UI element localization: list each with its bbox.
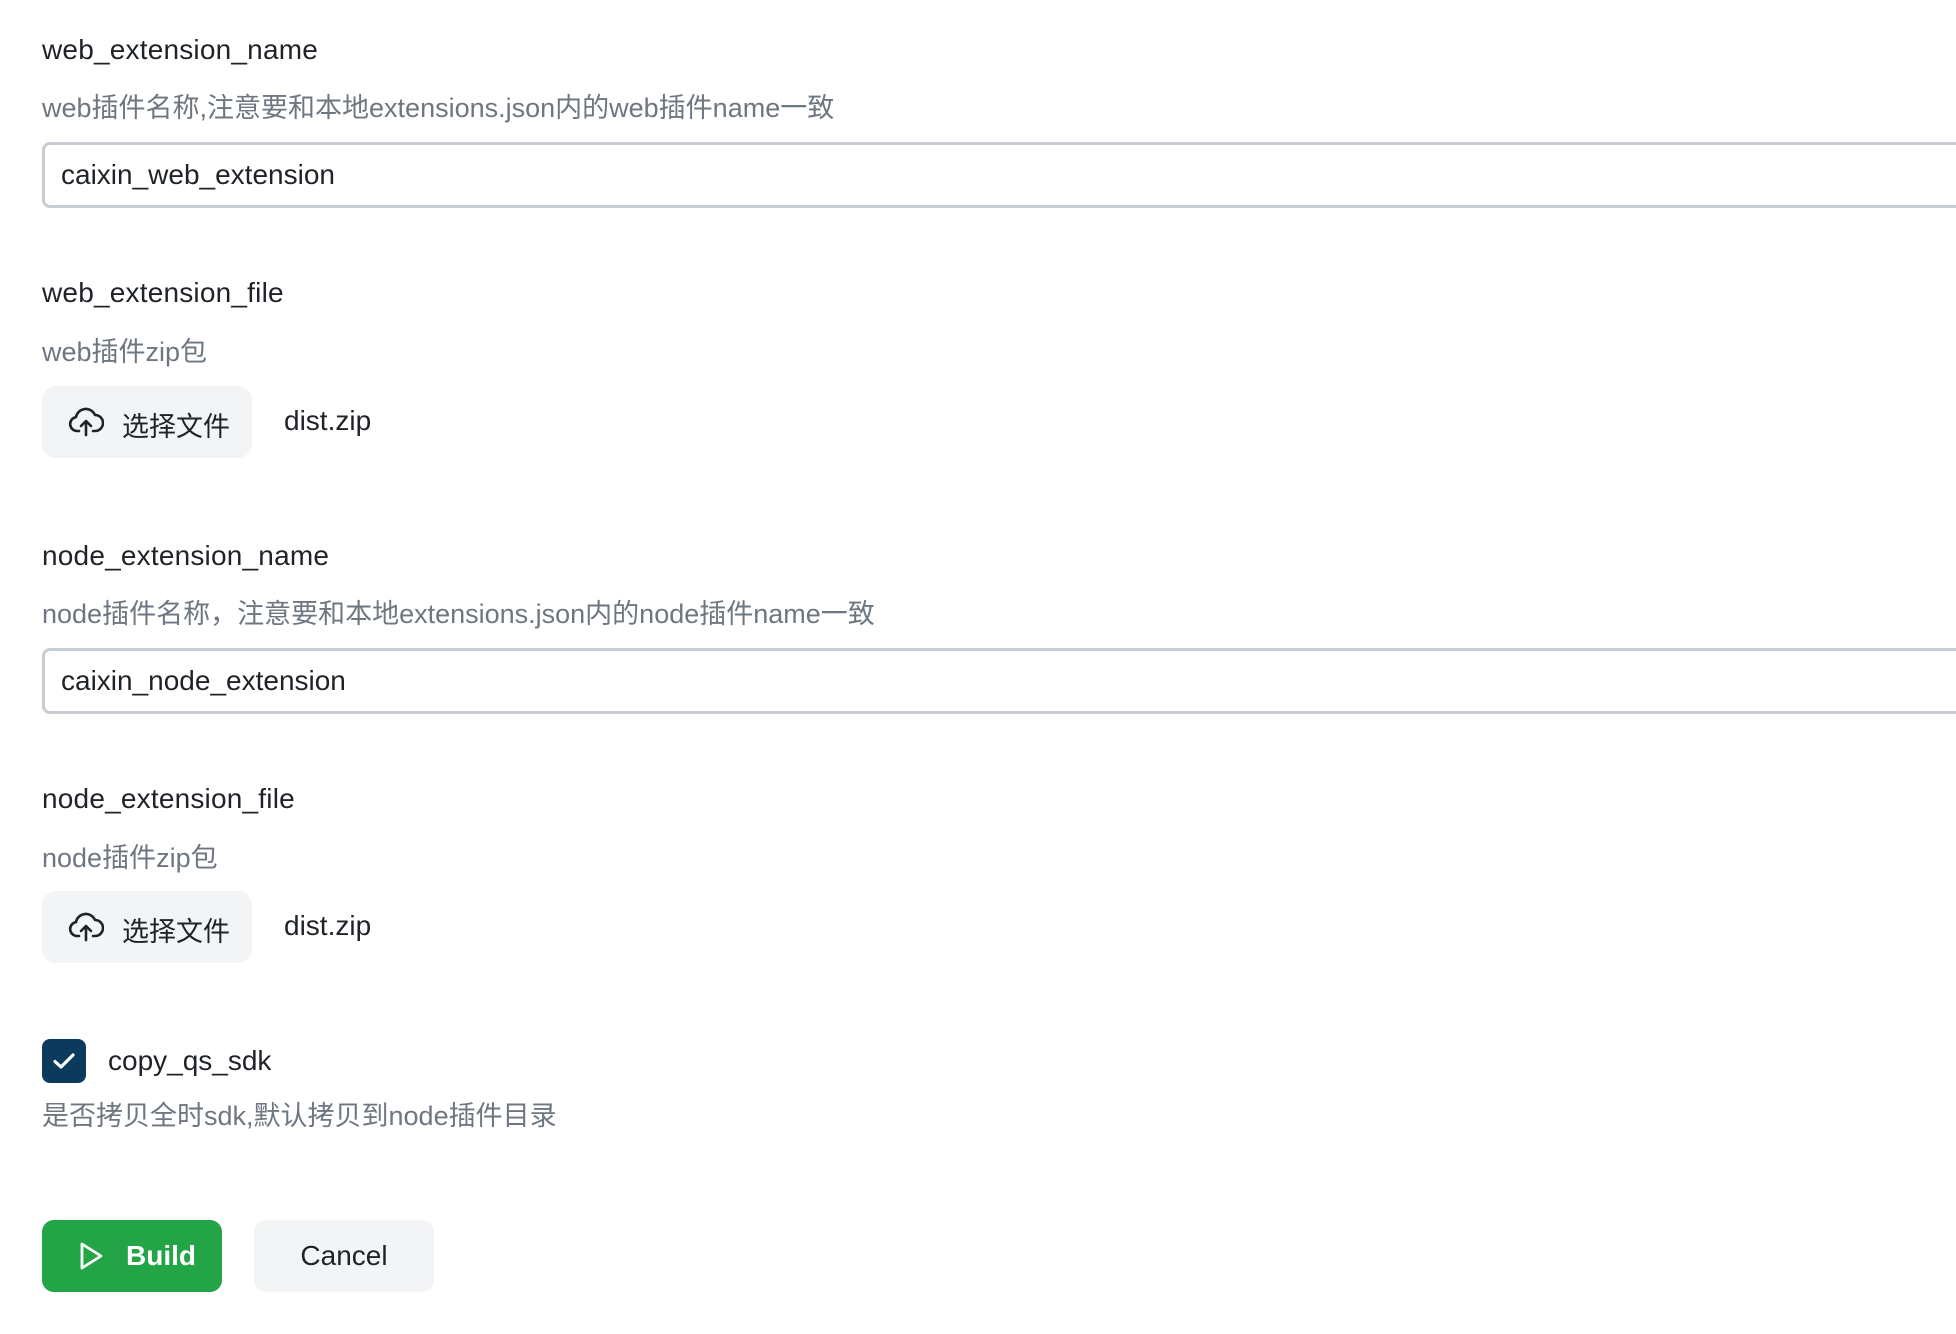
node-extension-file-label: node_extension_file — [42, 783, 295, 814]
node-extension-name-input[interactable] — [42, 648, 1956, 714]
web-extension-name-description: web插件名称,注意要和本地extensions.json内的web插件name… — [42, 93, 835, 123]
web-extension-file-description: web插件zip包 — [42, 337, 208, 367]
cancel-button[interactable]: Cancel — [254, 1220, 434, 1292]
extension-build-form: web_extension_name web插件名称,注意要和本地extensi… — [42, 0, 1956, 1334]
build-button[interactable]: Build — [42, 1220, 222, 1292]
copy-qs-sdk-description: 是否拷贝全时sdk,默认拷贝到node插件目录 — [42, 1101, 557, 1131]
copy-qs-sdk-label[interactable]: copy_qs_sdk — [108, 1045, 271, 1077]
node-extension-choose-file-label: 选择文件 — [122, 917, 230, 947]
cloud-upload-icon — [68, 911, 105, 943]
web-extension-file-label: web_extension_file — [42, 277, 284, 308]
web-extension-name-input[interactable] — [42, 142, 1956, 208]
node-extension-file-description: node插件zip包 — [42, 843, 218, 873]
build-button-label: Build — [126, 1240, 196, 1271]
node-extension-name-description: node插件名称，注意要和本地extensions.json内的node插件na… — [42, 599, 875, 629]
copy-qs-sdk-checkbox[interactable] — [42, 1039, 86, 1083]
play-icon — [78, 1241, 104, 1276]
node-extension-file-name: dist.zip — [284, 910, 372, 941]
web-extension-choose-file-button[interactable]: 选择文件 — [42, 386, 252, 458]
cancel-button-label: Cancel — [300, 1240, 388, 1271]
checkmark-icon — [53, 1053, 75, 1069]
cloud-upload-icon — [68, 406, 105, 438]
web-extension-name-label: web_extension_name — [42, 34, 319, 65]
node-extension-choose-file-button[interactable]: 选择文件 — [42, 891, 252, 963]
web-extension-choose-file-label: 选择文件 — [122, 412, 230, 442]
node-extension-name-label: node_extension_name — [42, 540, 330, 571]
web-extension-file-name: dist.zip — [284, 405, 372, 436]
